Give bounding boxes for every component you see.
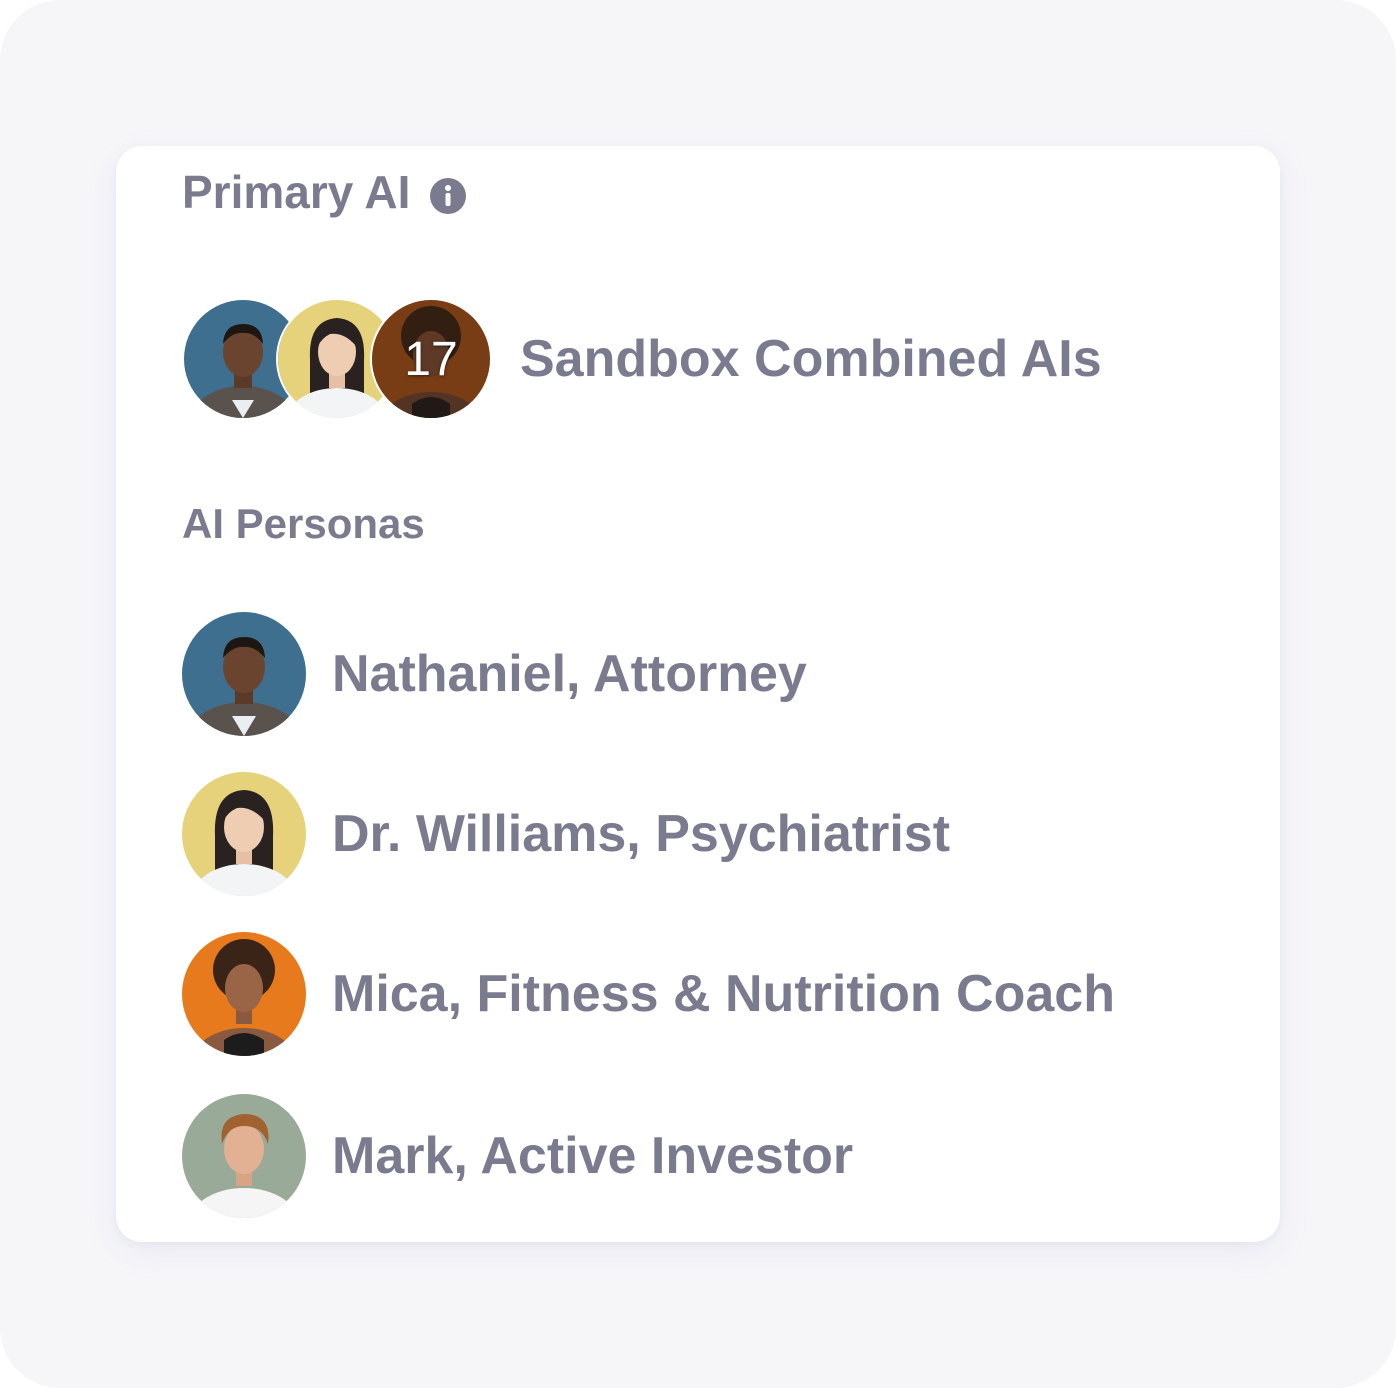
- persona-picker-card: Primary AI 17 Sandbox Combined AIs AI Pe…: [116, 146, 1280, 1242]
- ai-personas-heading: AI Personas: [182, 500, 425, 547]
- avatar: [182, 772, 306, 896]
- persona-item-mark[interactable]: Mark, Active Investor: [182, 1094, 853, 1218]
- app-background: Primary AI 17 Sandbox Combined AIs AI Pe…: [0, 0, 1396, 1388]
- combined-count-badge: 17: [404, 332, 458, 386]
- persona-item-mica[interactable]: Mica, Fitness & Nutrition Coach: [182, 932, 1115, 1056]
- persona-name: Nathaniel, Attorney: [332, 645, 807, 703]
- combined-avatar-stack: 17: [182, 298, 492, 420]
- combined-ai-item[interactable]: 17 Sandbox Combined AIs: [182, 298, 1102, 420]
- avatar: [182, 932, 306, 1056]
- persona-name: Dr. Williams, Psychiatrist: [332, 805, 951, 863]
- info-icon[interactable]: [430, 170, 467, 214]
- persona-item-dr-williams[interactable]: Dr. Williams, Psychiatrist: [182, 772, 950, 896]
- combined-ai-name: Sandbox Combined AIs: [520, 330, 1102, 388]
- persona-name: Mica, Fitness & Nutrition Coach: [332, 965, 1115, 1023]
- avatar: [182, 612, 306, 736]
- persona-item-nathaniel[interactable]: Nathaniel, Attorney: [182, 612, 807, 736]
- avatar: 17: [370, 298, 492, 420]
- avatar: [182, 1094, 306, 1218]
- primary-ai-heading: Primary AI: [182, 164, 467, 220]
- primary-ai-label: Primary AI: [182, 166, 411, 218]
- persona-name: Mark, Active Investor: [332, 1127, 854, 1185]
